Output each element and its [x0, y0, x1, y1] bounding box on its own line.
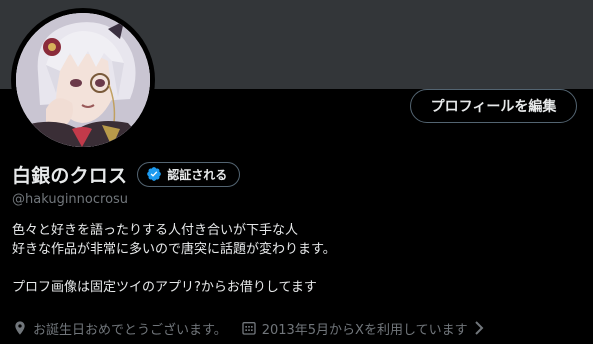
birthday-item: お誕生日おめでとうございます。 — [12, 319, 227, 338]
avatar[interactable] — [16, 13, 150, 147]
profile-page: プロフィールを編集 白銀のクロス 認証される @hakuginnocrosu 色… — [0, 0, 593, 344]
display-name: 白銀のクロス — [12, 164, 128, 187]
bio-line: 色々と好きを語ったりする人付き合いが下手な人 — [12, 223, 299, 238]
bio-line: プロフ画像は固定ツイのアプリ?からお借りしてます — [12, 280, 317, 295]
get-verified-button[interactable]: 認証される — [137, 161, 241, 187]
edit-profile-button[interactable]: プロフィールを編集 — [410, 89, 577, 123]
joined-text: 2013年5月からXを利用しています — [261, 322, 468, 338]
birthday-text: お誕生日おめでとうございます。 — [33, 322, 227, 338]
profile-meta: お誕生日おめでとうございます。 2013年5月からXを利用しています — [12, 318, 489, 338]
blue-check-icon — [147, 167, 162, 181]
avatar-illustration — [16, 13, 150, 147]
bio-line: 好きな作品が非常に多いので唐突に話題が変わります。 — [12, 242, 336, 257]
location-pin-icon — [15, 321, 25, 335]
name-row: 白銀のクロス 認証される — [12, 160, 241, 188]
bio: 色々と好きを語ったりする人付き合いが下手な人 好きな作品が非常に多いので唐突に話… — [12, 221, 336, 297]
calendar-icon — [242, 322, 256, 335]
bio-line-blank — [12, 259, 336, 278]
chevron-right-icon — [474, 321, 483, 335]
joined-item[interactable]: 2013年5月からXを利用しています — [241, 319, 489, 338]
handle: @hakuginnocrosu — [12, 192, 129, 207]
verify-label: 認証される — [167, 167, 228, 182]
